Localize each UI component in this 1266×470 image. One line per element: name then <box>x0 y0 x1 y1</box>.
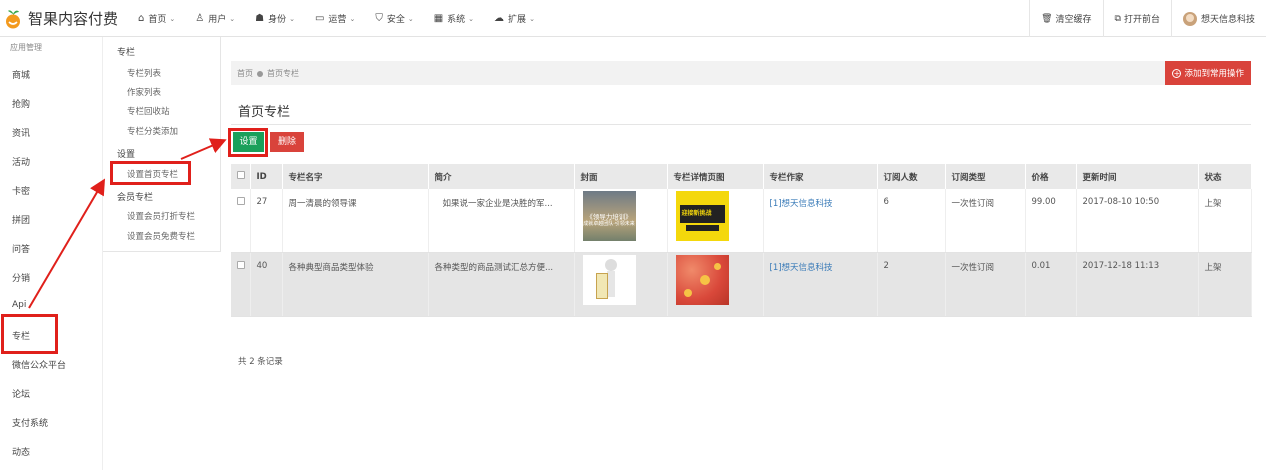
arrow-to-submenu-icon <box>28 178 106 309</box>
page: 智果内容付费 ⌂ 首页 ⌄ ♙ 用户 ⌄ ☗ 身份 ⌄ ▭ 运营 ⌄ ⛉ 安全 ⌄ ▦ 系统 ⌄ ☁ 扩展… <box>0 0 1266 470</box>
arrow-overlay <box>28 138 227 309</box>
arrow-to-set-button-icon <box>180 138 227 160</box>
